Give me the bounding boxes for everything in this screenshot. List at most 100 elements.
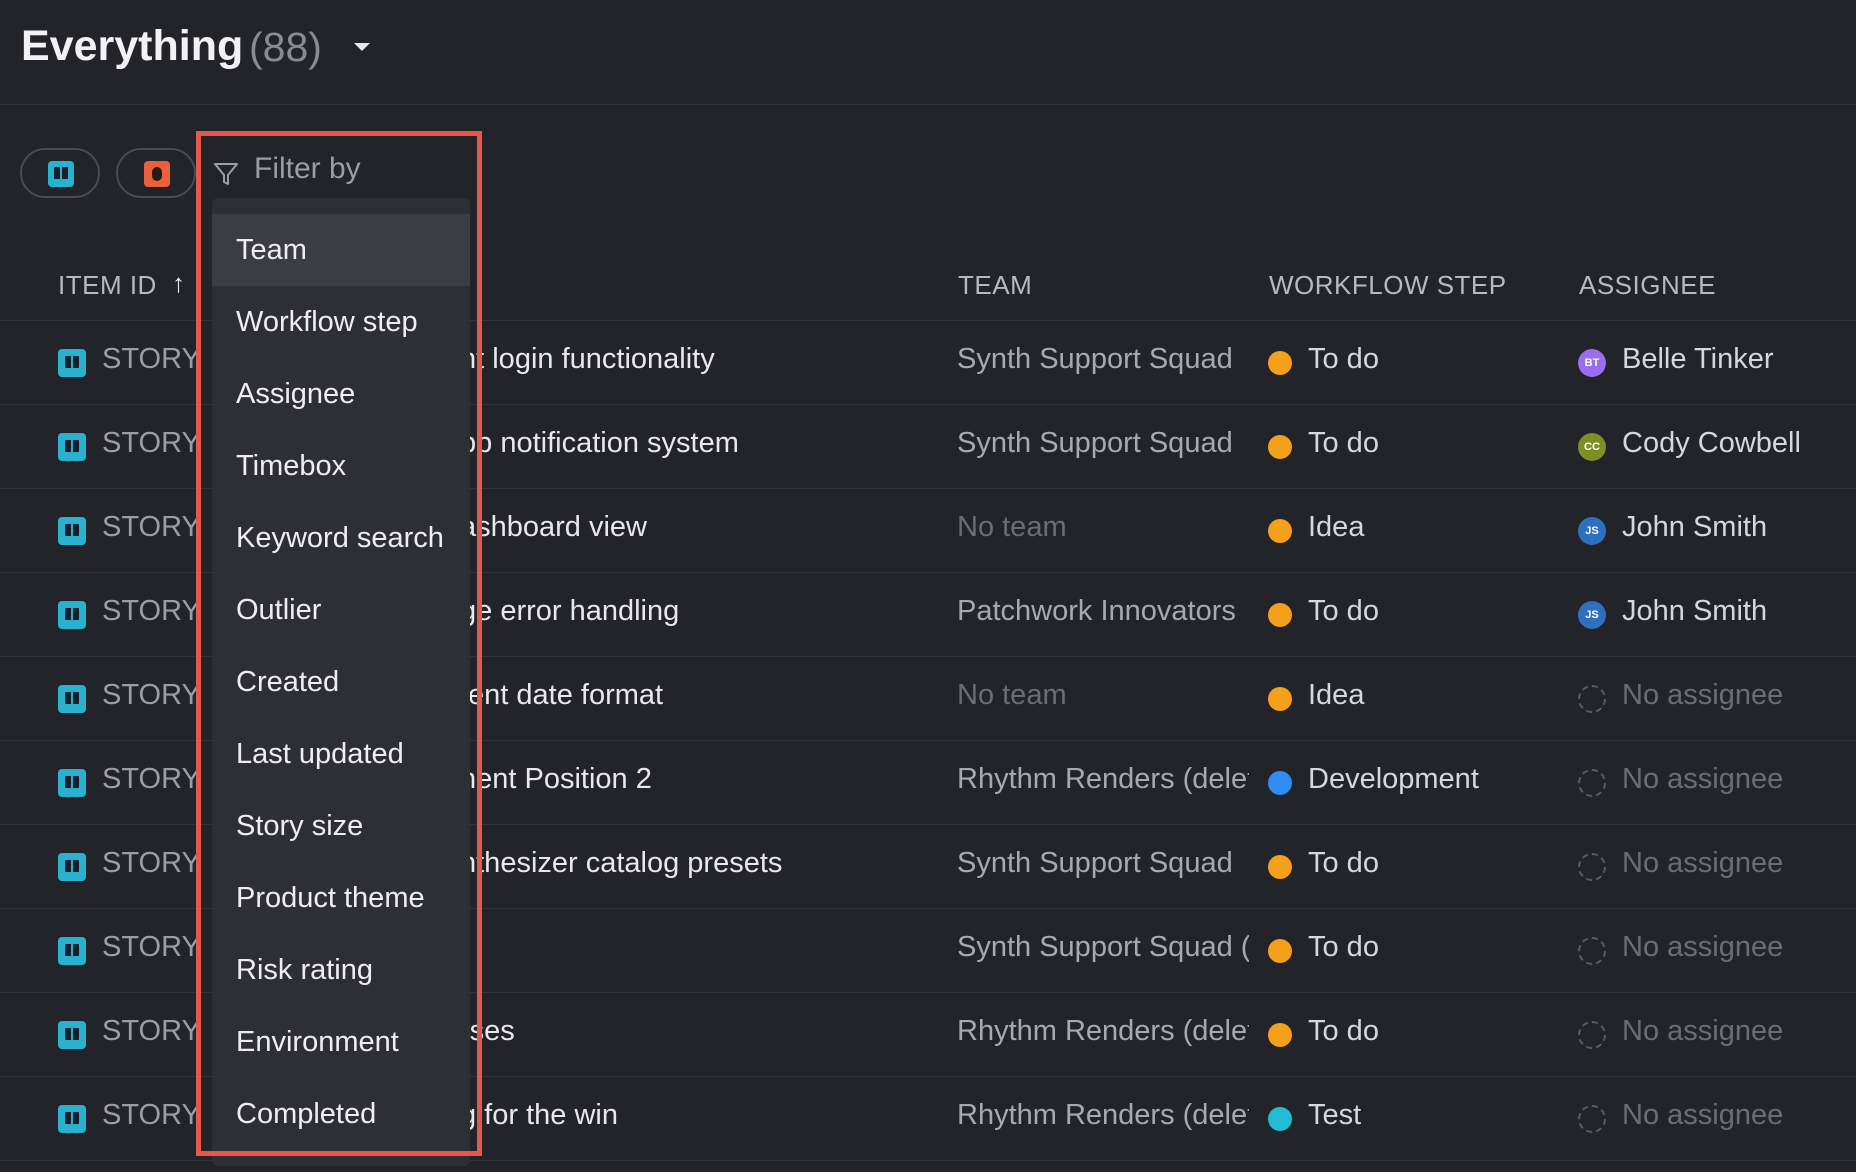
book-icon	[58, 937, 86, 965]
item-assignee[interactable]: John Smith	[1622, 595, 1852, 628]
filter-menu-item-created[interactable]: Created	[212, 646, 470, 718]
empty-avatar-icon	[1578, 1105, 1606, 1133]
empty-avatar-icon	[1578, 1021, 1606, 1049]
item-id[interactable]: STORY-2	[102, 1099, 198, 1132]
book-icon	[58, 517, 86, 545]
item-title[interactable]: nthesizer catalog presets	[460, 847, 940, 880]
item-assignee[interactable]: No assignee	[1622, 1015, 1852, 1048]
filter-menu-item-completed[interactable]: Completed	[212, 1078, 470, 1150]
item-title[interactable]: pp notification system	[460, 427, 940, 460]
book-icon	[58, 1105, 86, 1133]
item-team[interactable]: Synth Support Squad (	[957, 931, 1249, 964]
bug-type-filter-chip[interactable]	[116, 148, 196, 198]
item-workflow-step[interactable]: To do	[1308, 343, 1508, 376]
item-title[interactable]: nent Position 2	[460, 763, 940, 796]
item-id[interactable]: STORY-1	[102, 343, 198, 376]
book-icon	[58, 853, 86, 881]
item-workflow-step[interactable]: To do	[1308, 427, 1508, 460]
item-workflow-step[interactable]: To do	[1308, 595, 1508, 628]
workflow-status-dot	[1268, 855, 1292, 879]
item-team[interactable]: Rhythm Renders (delet	[957, 1099, 1249, 1132]
item-id[interactable]: STORY-3	[102, 427, 198, 460]
filter-by-label: Filter by	[254, 152, 361, 185]
filter-menu-item-outlier[interactable]: Outlier	[212, 574, 470, 646]
bug-icon	[144, 161, 170, 187]
book-icon	[58, 349, 86, 377]
workflow-status-dot	[1268, 519, 1292, 543]
filter-menu-item-team[interactable]: Team	[212, 214, 470, 286]
item-workflow-step[interactable]: To do	[1308, 1015, 1508, 1048]
item-workflow-step[interactable]: To do	[1308, 847, 1508, 880]
filter-dropdown-menu: Team Workflow step Assignee Timebox Keyword …	[212, 198, 470, 1166]
item-team[interactable]: Synth Support Squad	[957, 847, 1249, 880]
item-id[interactable]: STORY-7	[102, 595, 198, 628]
column-header-team[interactable]: TEAM	[958, 270, 1032, 301]
item-assignee[interactable]: No assignee	[1622, 1099, 1852, 1132]
workflow-status-dot	[1268, 603, 1292, 627]
book-icon	[58, 769, 86, 797]
item-assignee[interactable]: No assignee	[1622, 931, 1852, 964]
page-title: Everything	[21, 22, 244, 70]
item-workflow-step[interactable]: Idea	[1308, 511, 1508, 544]
book-icon	[48, 161, 74, 187]
item-assignee[interactable]: Cody Cowbell	[1622, 427, 1852, 460]
workflow-status-dot	[1268, 771, 1292, 795]
empty-avatar-icon	[1578, 685, 1606, 713]
workflow-status-dot	[1268, 687, 1292, 711]
item-id[interactable]: STORY-2	[102, 931, 198, 964]
item-assignee[interactable]: No assignee	[1622, 763, 1852, 796]
page-header: Everything (88)	[0, 0, 1856, 105]
item-team[interactable]: No team	[957, 511, 1249, 544]
avatar: CC	[1578, 433, 1606, 461]
item-team[interactable]: No team	[957, 679, 1249, 712]
filter-menu-item-story-size[interactable]: Story size	[212, 790, 470, 862]
column-header-workflow-step[interactable]: WORKFLOW STEP	[1269, 270, 1507, 301]
item-id[interactable]: STORY-5	[102, 511, 198, 544]
item-title[interactable]: ashboard view	[460, 511, 940, 544]
item-id[interactable]: STORY-8	[102, 679, 198, 712]
funnel-icon[interactable]	[212, 160, 240, 188]
workflow-status-dot	[1268, 435, 1292, 459]
caret-down-icon[interactable]	[354, 43, 370, 51]
item-workflow-step[interactable]: Idea	[1308, 679, 1508, 712]
filter-menu-item-product-theme[interactable]: Product theme	[212, 862, 470, 934]
item-assignee[interactable]: No assignee	[1622, 679, 1852, 712]
filter-menu-item-risk-rating[interactable]: Risk rating	[212, 934, 470, 1006]
workflow-status-dot	[1268, 1023, 1292, 1047]
item-id[interactable]: STORY-2	[102, 847, 198, 880]
item-title[interactable]: tent date format	[460, 679, 940, 712]
item-id[interactable]: STORY-1	[102, 763, 198, 796]
filter-menu-item-timebox[interactable]: Timebox	[212, 430, 470, 502]
item-title[interactable]: g for the win	[460, 1099, 940, 1132]
item-team[interactable]: Rhythm Renders (delet	[957, 763, 1249, 796]
story-type-filter-chip[interactable]	[20, 148, 100, 198]
avatar: BT	[1578, 349, 1606, 377]
item-assignee[interactable]: No assignee	[1622, 847, 1852, 880]
item-id[interactable]: STORY-2	[102, 1015, 198, 1048]
item-workflow-step[interactable]: Development	[1308, 763, 1508, 796]
filter-menu-item-last-updated[interactable]: Last updated	[212, 718, 470, 790]
empty-avatar-icon	[1578, 769, 1606, 797]
filter-menu-item-environment[interactable]: Environment	[212, 1006, 470, 1078]
item-title[interactable]: nt login functionality	[460, 343, 940, 376]
item-team[interactable]: Patchwork Innovators	[957, 595, 1249, 628]
item-title[interactable]: rses	[460, 1015, 940, 1048]
item-assignee[interactable]: Belle Tinker	[1622, 343, 1852, 376]
column-header-assignee[interactable]: ASSIGNEE	[1579, 270, 1716, 301]
item-team[interactable]: Synth Support Squad	[957, 427, 1249, 460]
filter-menu-item-assignee[interactable]: Assignee	[212, 358, 470, 430]
column-header-item-id[interactable]: ITEM ID	[58, 270, 157, 301]
filter-by-button[interactable]: Filter by	[254, 152, 361, 186]
empty-avatar-icon	[1578, 853, 1606, 881]
item-title[interactable]: ge error handling	[460, 595, 940, 628]
arrow-up-icon[interactable]: ↑	[172, 268, 185, 299]
item-workflow-step[interactable]: Test	[1308, 1099, 1508, 1132]
item-team[interactable]: Rhythm Renders (delet	[957, 1015, 1249, 1048]
item-assignee[interactable]: John Smith	[1622, 511, 1852, 544]
filter-menu-item-workflow-step[interactable]: Workflow step	[212, 286, 470, 358]
item-team[interactable]: Synth Support Squad	[957, 343, 1249, 376]
item-count: (88)	[249, 24, 322, 70]
filter-menu-item-keyword-search[interactable]: Keyword search	[212, 502, 470, 574]
empty-avatar-icon	[1578, 937, 1606, 965]
item-workflow-step[interactable]: To do	[1308, 931, 1508, 964]
